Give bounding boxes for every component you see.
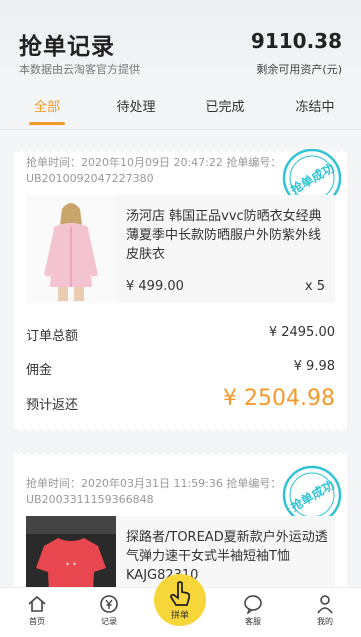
tab-all[interactable]: 全部 (7, 96, 87, 115)
tap-hand-icon (170, 581, 191, 606)
card-perforated-edge (14, 452, 347, 458)
assets-value: 9110.38 (250, 29, 342, 53)
user-icon (317, 595, 333, 614)
commission-label: 佣金 (26, 363, 53, 378)
product-name: 探路者/TOREAD夏新款户外运动透气弹力速干女式半袖短袖T恤KAJG82310 (126, 530, 328, 583)
order-meta: 抢单时间：2020年10月09日 20:47:22 抢单编号：UB2010092… (26, 156, 282, 185)
nav-service-label: 客服 (245, 617, 261, 626)
nav-grab-order-label: 拼单 (170, 611, 189, 621)
nav-mine-label: 我的 (317, 617, 333, 626)
nav-service[interactable]: 客服 (233, 594, 273, 627)
svg-text:✦ ✦: ✦ ✦ (65, 561, 77, 568)
order-total-label: 订单总额 (26, 329, 79, 344)
home-icon (28, 595, 46, 612)
nav-home-label: 首页 (29, 617, 45, 626)
refund-value: ¥ 2504.98 (223, 386, 335, 411)
product-row[interactable]: 汤河店 韩国正品vvc防晒衣女经典薄夏季中长款防晒服户外防紫外线皮肤衣 ¥ 49… (26, 195, 335, 303)
bottom-nav: 首页 记录 拼单 客服 我的 (0, 574, 361, 637)
product-image (26, 195, 116, 303)
product-quantity: x 5 (304, 279, 325, 294)
nav-records[interactable]: 记录 (89, 594, 129, 627)
tab-bar: 全部 待处理 已完成 冻结中 (0, 88, 361, 130)
yen-circle-icon (100, 595, 118, 613)
order-card[interactable]: 抢单时间：2020年10月09日 20:47:22 抢单编号：UB2010092… (14, 149, 347, 432)
order-total-row: 订单总额 ¥ 2495.00 (26, 325, 335, 344)
order-meta: 抢单时间：2020年03月31日 11:59:36 抢单编号：UB2003311… (26, 477, 282, 506)
card-perforated-edge (14, 426, 347, 432)
tab-pending[interactable]: 待处理 (96, 96, 176, 115)
refund-label: 预计返还 (26, 398, 79, 413)
chat-icon (244, 595, 262, 614)
nav-home[interactable]: 首页 (17, 594, 57, 627)
page-subtitle: 本数据由云淘客官方提供 (19, 63, 140, 76)
tab-completed[interactable]: 已完成 (185, 96, 265, 115)
nav-records-label: 记录 (101, 617, 117, 626)
assets-label: 剩余可用资产(元) (256, 63, 342, 76)
product-price: ¥ 499.00 (126, 279, 184, 294)
nav-grab-order-button[interactable]: 拼单 (154, 574, 206, 626)
tab-active-indicator (29, 122, 65, 125)
commission-value: ¥ 9.98 (293, 359, 335, 374)
page-header: 抢单记录 本数据由云淘客官方提供 9110.38 剩余可用资产(元) (0, 0, 361, 88)
nav-mine[interactable]: 我的 (305, 594, 345, 627)
page-title: 抢单记录 (19, 34, 115, 60)
refund-row: 预计返还 ¥ 2504.98 (26, 386, 335, 413)
product-name: 汤河店 韩国正品vvc防晒衣女经典薄夏季中长款防晒服户外防紫外线皮肤衣 (126, 209, 322, 262)
commission-row: 佣金 ¥ 9.98 (26, 359, 335, 378)
order-total-value: ¥ 2495.00 (268, 325, 335, 340)
tab-frozen[interactable]: 冻结中 (275, 96, 355, 115)
